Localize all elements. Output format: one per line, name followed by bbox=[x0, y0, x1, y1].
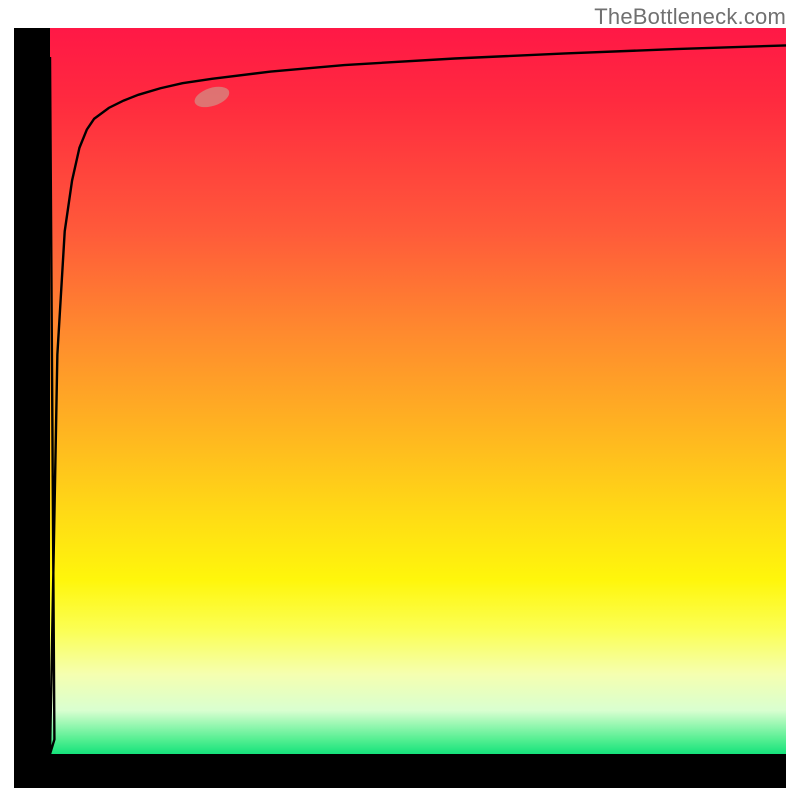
x-axis-bar bbox=[14, 754, 786, 788]
watermark-text: TheBottleneck.com bbox=[594, 4, 786, 30]
chart-stage: TheBottleneck.com bbox=[0, 0, 800, 800]
plot-frame bbox=[14, 28, 786, 788]
bottleneck-curve bbox=[50, 45, 786, 754]
curve-layer bbox=[50, 28, 786, 754]
highlight-marker bbox=[192, 83, 232, 111]
y-axis-bar bbox=[14, 28, 50, 788]
